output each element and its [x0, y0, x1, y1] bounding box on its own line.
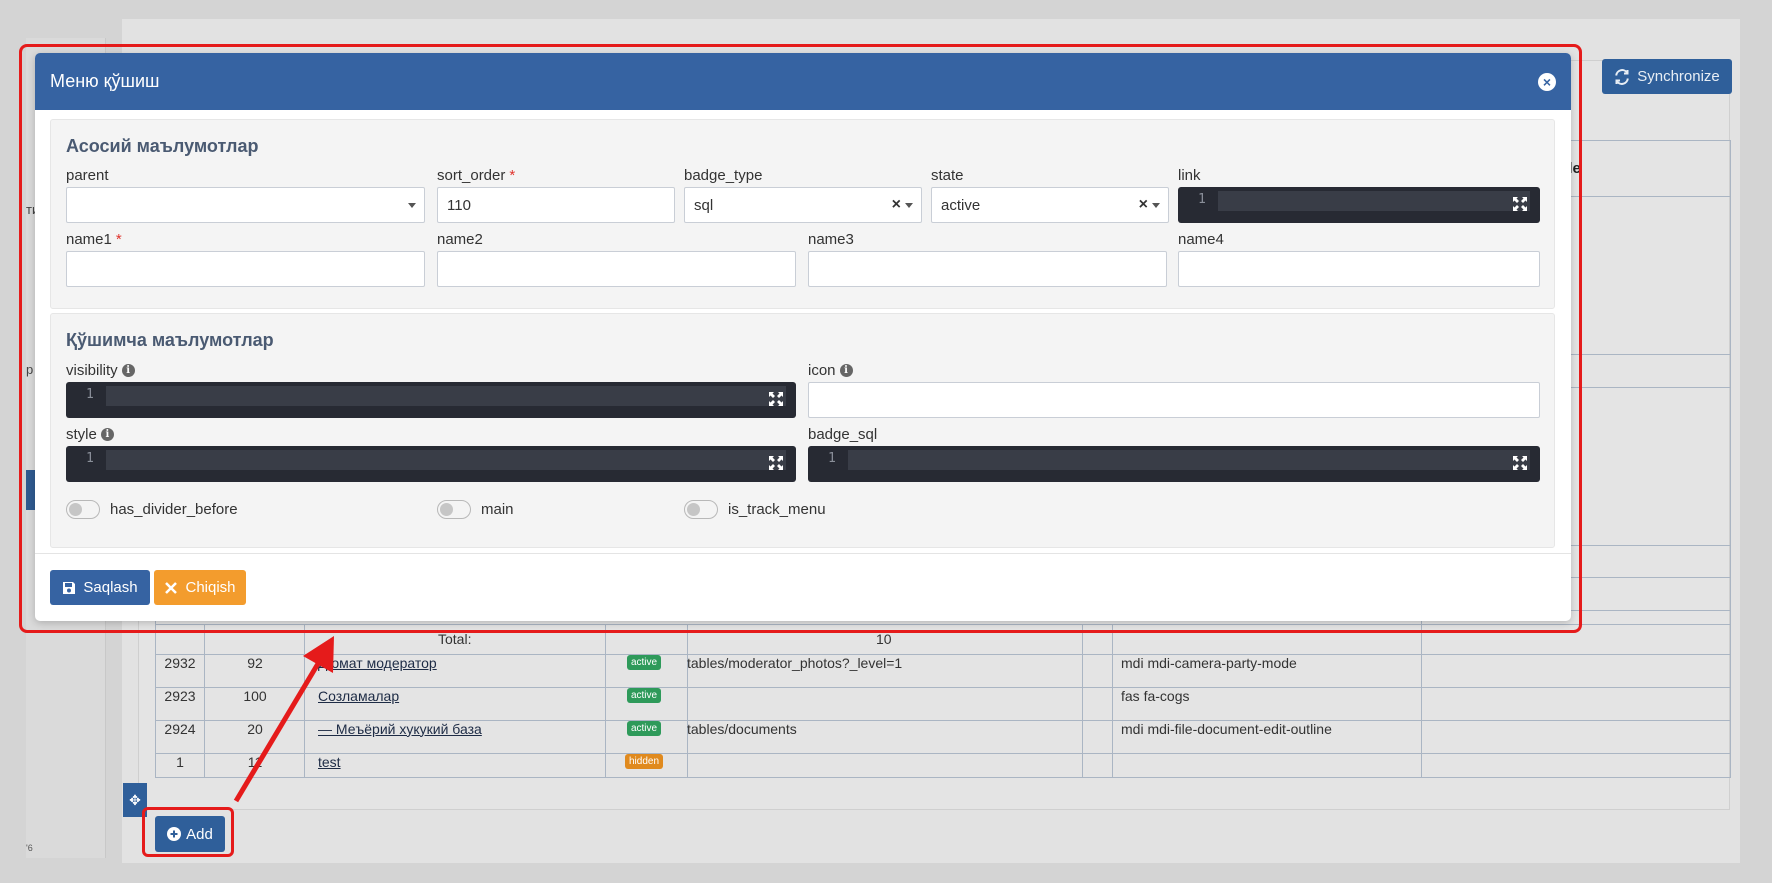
total-value: 10 — [876, 631, 892, 647]
move-icon: ✥ — [129, 791, 141, 808]
row-sort-order: 11 — [247, 753, 263, 770]
row-id: 2924 — [164, 720, 196, 737]
row-state: active — [605, 712, 683, 745]
row-name-link[interactable]: Д омат модератор — [318, 646, 437, 679]
row-name-link[interactable]: Созламалар — [318, 679, 399, 712]
row-id: 2932 — [164, 654, 196, 671]
row-id: 2923 — [164, 687, 196, 704]
row-state: active — [605, 679, 683, 712]
row-sort-order: 100 — [243, 687, 267, 704]
synchronize-label: Synchronize — [1637, 68, 1720, 85]
table-row[interactable]: 2924 20 — Меъёрий хукукий база active ta… — [155, 712, 1731, 745]
table-row[interactable]: 2932 92 Д омат модератор active tables/m… — [155, 646, 1731, 679]
annotation-highlight-modal — [19, 44, 1582, 633]
row-icon-class: mdi mdi-file-document-edit-outline — [1121, 720, 1332, 737]
row-name-link[interactable]: test — [318, 745, 341, 778]
state-badge: active — [626, 688, 662, 703]
table-row[interactable]: 1 11 test hidden — [155, 745, 1731, 778]
row-link: tables/moderator_photos?_level=1 — [687, 654, 903, 671]
row-link: tables/documents — [687, 720, 797, 737]
refresh-icon — [1615, 68, 1630, 85]
state-badge: hidden — [624, 754, 664, 769]
state-badge: active — [626, 655, 662, 670]
row-id: 1 — [176, 753, 184, 770]
row-sort-order: 92 — [247, 654, 263, 671]
row-name-link[interactable]: — Меъёрий хукукий база — [318, 712, 482, 745]
table-row[interactable]: 2923 100 Созламалар active fas fa-cogs — [155, 679, 1731, 712]
state-badge: active — [626, 721, 662, 736]
row-icon-class: mdi mdi-camera-party-mode — [1121, 654, 1297, 671]
total-label: Total: — [438, 631, 472, 647]
row-sort-order: 20 — [247, 720, 263, 737]
annotation-highlight-add — [142, 807, 234, 857]
sidebar-footer-fragment: '6 — [26, 843, 33, 853]
row-state: hidden — [605, 745, 683, 778]
row-state: active — [605, 646, 683, 679]
row-icon-class: fas fa-cogs — [1121, 687, 1190, 704]
synchronize-button[interactable]: Synchronize — [1602, 59, 1732, 94]
